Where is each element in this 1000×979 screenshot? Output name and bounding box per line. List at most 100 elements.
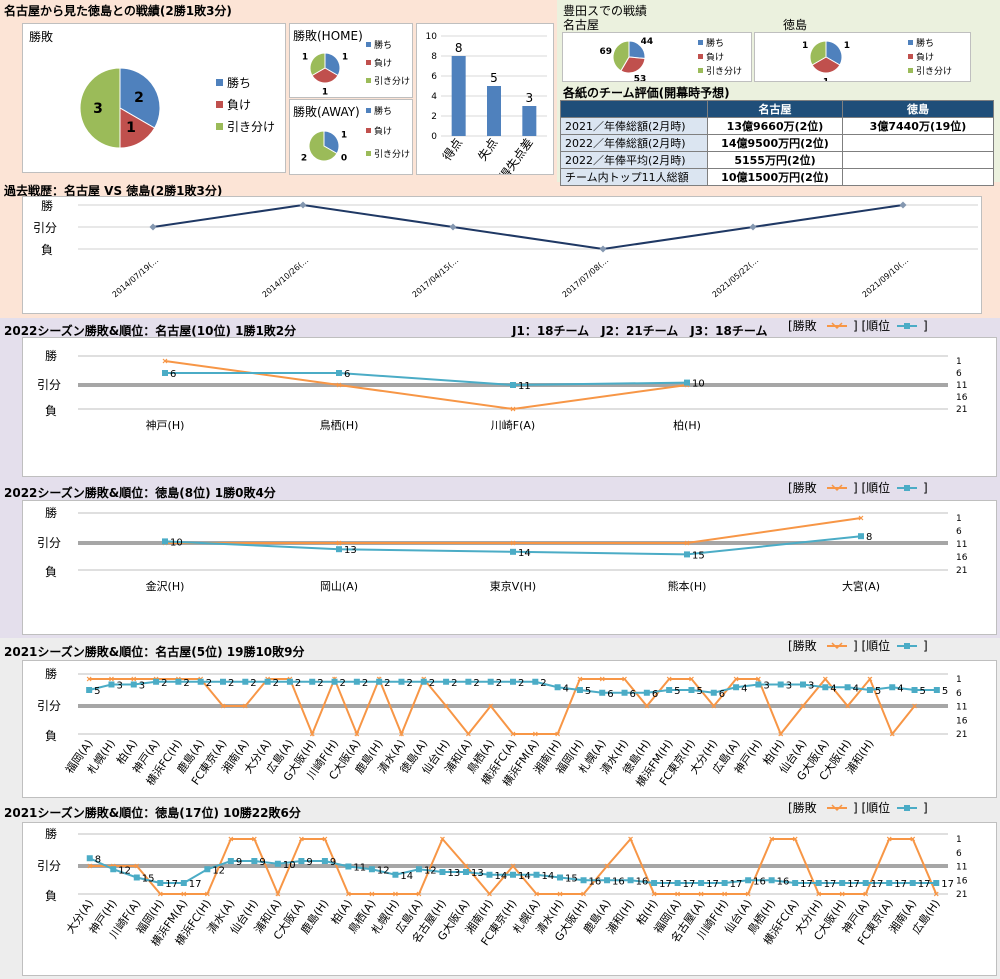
rank-point <box>298 858 305 864</box>
pie-data-label: 44 <box>641 37 654 47</box>
rank-data-label: 3 <box>139 681 145 692</box>
result-point <box>449 223 457 231</box>
rank-data-label: 2 <box>429 678 435 689</box>
rank-data-label: 3 <box>808 681 814 692</box>
pie-data-label: 2 <box>134 90 144 106</box>
s2021n-title: 2021シーズン勝敗&順位：名古屋(5位) 19勝10敗9分 <box>4 645 305 659</box>
rank-data-label: 5 <box>94 686 100 697</box>
s2021t-legend: [勝敗 ] [順位 ] <box>788 800 928 815</box>
rank-point <box>651 880 658 886</box>
rank-point <box>576 687 583 693</box>
result-line <box>165 517 862 544</box>
x-tick-label: 神戸(H) <box>146 418 185 432</box>
rank-point <box>768 877 775 884</box>
legend-draw-swatch <box>216 123 223 130</box>
y-tick-label: 勝 <box>41 198 53 213</box>
legend-lose-label: 負け <box>227 98 251 112</box>
rank-point <box>180 880 187 886</box>
y-tick-label: 負 <box>45 729 57 743</box>
rank-data-label: 5 <box>942 686 948 697</box>
rank-point <box>684 551 690 558</box>
pie-data-label: 53 <box>634 75 647 81</box>
rank-point <box>604 877 611 884</box>
rank-point <box>755 681 762 688</box>
rank-point <box>108 681 115 688</box>
y2-tick-label: 16 <box>956 876 968 886</box>
s2022n-line-chart: 勝引分負161116216 611 10神戸(H) 鳥栖(H) 川崎F(A) 柏(H) <box>37 348 968 432</box>
x-tick-label: 川崎F(A) <box>491 418 535 432</box>
x-tick-label: 大宮(A) <box>842 579 880 593</box>
bar-data-label: 8 <box>455 41 463 55</box>
rank-data-label: 3 <box>763 681 769 692</box>
result-point <box>599 245 607 253</box>
legend-draw-swatch <box>908 68 913 73</box>
y2-tick-label: 16 <box>956 393 968 403</box>
rank-point <box>733 684 740 691</box>
rank-point <box>532 678 539 685</box>
rank-data-label: 12 <box>424 865 437 876</box>
legend-lose-swatch <box>908 54 913 59</box>
legend-win-label: 勝ち <box>227 75 251 90</box>
pie-data-label: 0 <box>341 154 347 164</box>
legend-draw-swatch <box>366 151 371 156</box>
legend-win-label: 勝ち <box>374 39 392 51</box>
rank-point <box>599 689 606 696</box>
rank-point <box>684 379 690 386</box>
legend-rank-marker <box>904 805 910 811</box>
rank-point <box>710 689 717 696</box>
rank-data-label: 9 <box>330 857 336 868</box>
y2-tick-label: 16 <box>956 716 968 726</box>
rank-data-label: 15 <box>565 874 578 885</box>
rank-point <box>627 877 634 884</box>
rank-point <box>487 678 494 685</box>
rank-data-label: 2 <box>451 678 457 689</box>
y2-tick-label: 11 <box>956 703 967 713</box>
pie-data-label: 1 <box>126 120 136 136</box>
table-cell: 10億1500万円(2位) <box>707 168 843 186</box>
rank-data-label: 14 <box>542 871 555 882</box>
legend-close: ] <box>923 639 928 653</box>
rank-point <box>227 858 234 864</box>
rank-data-label: 15 <box>142 874 155 885</box>
legend-lose-swatch <box>216 101 223 108</box>
x-tick-label: 熊本(H) <box>668 579 707 593</box>
rank-data-label: 16 <box>777 876 790 887</box>
rank-point <box>376 678 383 685</box>
legend-rank-label: ] [順位 <box>853 318 890 333</box>
bar <box>522 106 537 136</box>
pie-data-label: 1 <box>302 53 308 63</box>
rank-point <box>486 871 493 878</box>
legend-win-swatch <box>366 108 371 113</box>
rank-point <box>510 382 516 388</box>
rank-point <box>264 678 271 685</box>
x-tick-label: 得点 <box>439 135 465 163</box>
y2-tick-label: 11 <box>956 540 967 550</box>
rank-point <box>933 880 940 886</box>
s2022t-line-chart: 勝引分負161116211013 14 158金沢(H) 岡山(A) 東京V(H) 熊本(… <box>37 505 968 593</box>
rank-data-label: 2 <box>496 678 502 689</box>
y2-tick-label: 11 <box>956 381 967 391</box>
y-tick-label: 引分 <box>37 859 61 873</box>
rank-data-label: 17 <box>165 879 178 890</box>
rank-data-label: 17 <box>847 879 860 890</box>
rank-data-label: 17 <box>918 879 931 890</box>
rank-data-label: 17 <box>941 879 954 890</box>
head-to-head-title: 名古屋から見た徳島との戦績(2勝1敗3分) <box>4 4 232 18</box>
rank-point <box>321 858 328 864</box>
rank-data-label: 17 <box>659 879 672 890</box>
table-cell: 2022／年俸平均(2月時) <box>560 151 708 169</box>
rank-data-label: 12 <box>377 865 390 876</box>
rank-point <box>844 684 851 691</box>
legend-win-swatch <box>216 79 223 86</box>
rank-data-label: 2 <box>206 678 212 689</box>
rank-point <box>621 689 628 696</box>
s2022t-panel: 勝引分負 1 6 11 16 21 10 13 14 15 8 金沢(H) 岡山(A) 東京V(H) 熊本(… <box>22 500 997 635</box>
rank-data-label: 17 <box>800 879 813 890</box>
rank-data-label: 6 <box>344 369 350 380</box>
table-header-row: 名古屋 徳島 <box>560 100 994 118</box>
rank-data-label: 6 <box>652 689 658 700</box>
rank-data-label: 2 <box>161 678 167 689</box>
rank-point <box>286 678 293 685</box>
eval-table: 名古屋 徳島 2021／年俸総額(2月時) 13億9660万(2位) 3億744… <box>560 100 994 186</box>
rank-data-label: 11 <box>353 863 366 874</box>
